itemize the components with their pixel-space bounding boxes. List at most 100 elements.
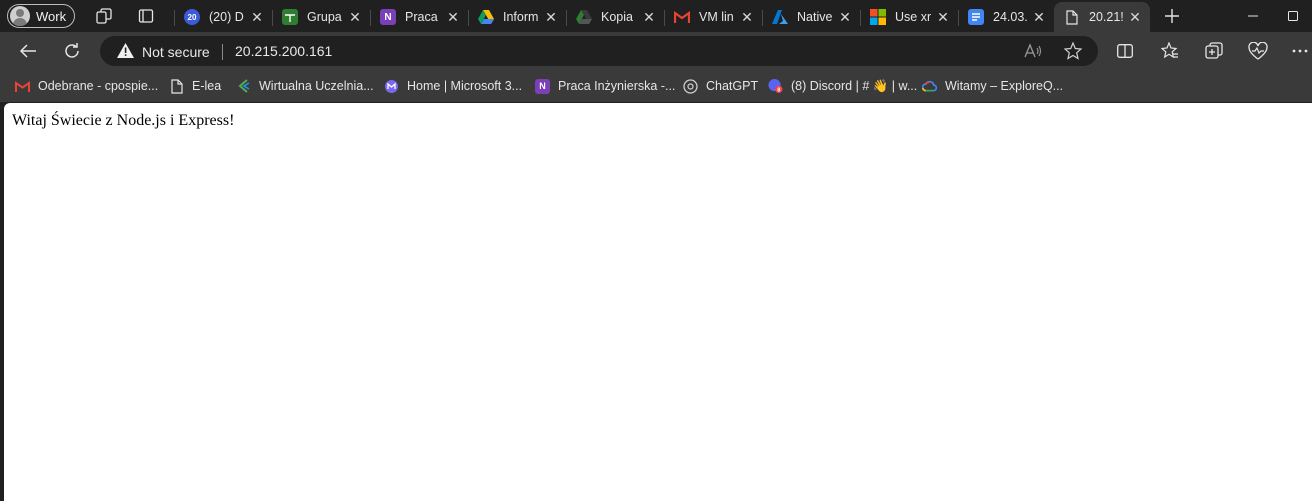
tab-separator (468, 10, 469, 26)
tab-title: Kopia (601, 10, 633, 24)
tab-separator (860, 10, 861, 26)
tab-4[interactable]: Inform ✕ (468, 2, 566, 32)
favorite-star-icon[interactable] (1062, 41, 1084, 61)
sheets-grid-icon (282, 9, 298, 25)
tab-separator (664, 10, 665, 26)
wirtualna-uczelnia-icon (236, 79, 251, 94)
page-icon (169, 78, 184, 94)
tab-title: Use xr (895, 10, 932, 24)
close-icon[interactable]: ✕ (936, 9, 950, 26)
tab-7[interactable]: Native ✕ (762, 2, 860, 32)
tab-separator (566, 10, 567, 26)
tab-title: 20.21! (1089, 10, 1124, 24)
profile-button[interactable]: Work (7, 4, 75, 28)
tab-8[interactable]: Use xr ✕ (860, 2, 958, 32)
bookmark-wirtualna-uczelnia[interactable]: Wirtualna Uczelnia... (236, 77, 374, 95)
bookmark-e-lea[interactable]: E-lea (169, 77, 221, 95)
tab-3[interactable]: N Praca ✕ (370, 2, 468, 32)
tab-title: Grupa (307, 10, 342, 24)
tab-separator (370, 10, 371, 26)
close-icon[interactable]: ✕ (348, 9, 362, 26)
svg-text:8: 8 (777, 88, 780, 94)
google-drive-dark-icon (576, 9, 592, 25)
address-separator (222, 44, 223, 60)
onenote-icon: N (380, 9, 396, 25)
tab-5[interactable]: Kopia ✕ (566, 2, 664, 32)
gmail-icon (674, 9, 690, 25)
azure-icon (772, 9, 788, 25)
favorites-icon[interactable] (1156, 38, 1184, 64)
bookmark-label: E-lea (192, 79, 222, 93)
gmail-icon (15, 79, 30, 94)
tab-2[interactable]: Grupa ✕ (272, 2, 370, 32)
bookmark-gmail[interactable]: Odebrane - cpospie... (15, 77, 158, 95)
bookmark-label: Odebrane - cpospie... (38, 79, 159, 93)
split-screen-icon[interactable] (1111, 38, 1139, 64)
close-icon[interactable]: ✕ (838, 9, 852, 26)
maximize-icon[interactable] (1274, 0, 1312, 32)
toolbar: Not secure 20.215.200.161 (0, 32, 1312, 70)
tab-separator (174, 10, 175, 26)
tab-6[interactable]: VM lin ✕ (664, 2, 762, 32)
tab-title: Native (797, 10, 833, 24)
google-docs-icon (968, 9, 984, 25)
tab-title: (20) D (209, 10, 244, 24)
onenote-icon: N (535, 78, 550, 94)
blank-page-icon (1064, 9, 1080, 25)
close-icon[interactable]: ✕ (250, 9, 264, 26)
google-cloud-icon (922, 79, 937, 94)
bookmark-microsoft-365[interactable]: Home | Microsoft 3... (384, 77, 522, 95)
address-bar[interactable]: Not secure 20.215.200.161 (100, 36, 1098, 66)
minimize-icon[interactable] (1230, 0, 1276, 32)
tab-10-active[interactable]: 20.21! ✕ (1054, 2, 1150, 32)
close-icon[interactable]: ✕ (642, 9, 656, 26)
tab-title: VM lin (699, 10, 734, 24)
bookmark-label: Home | Microsoft 3... (407, 79, 523, 93)
tab-title: 24.03. (993, 10, 1028, 24)
new-tab-icon[interactable] (1163, 7, 1181, 25)
security-label: Not secure (142, 44, 210, 60)
more-options-icon[interactable] (1288, 38, 1312, 64)
tab-1[interactable]: 20 (20) D ✕ (174, 2, 272, 32)
read-aloud-icon[interactable] (1022, 41, 1044, 61)
tab-title: Inform (503, 10, 539, 24)
bookmark-praca-inzynierska[interactable]: N Praca Inżynierska -... (535, 77, 675, 95)
bookmarks-bar: Odebrane - cpospie... E-lea Wirtualna Uc… (0, 70, 1312, 102)
bookmark-discord[interactable]: 8 (8) Discord | # 👋 | w... (768, 77, 917, 95)
close-icon[interactable]: ✕ (544, 9, 558, 26)
tab-separator (958, 10, 959, 26)
bookmark-label: Wirtualna Uczelnia... (259, 79, 374, 93)
browser-essentials-icon[interactable] (1244, 38, 1272, 64)
tab-actions-icon[interactable] (137, 7, 155, 25)
refresh-icon[interactable] (58, 38, 86, 64)
lesson-planner-icon: 20 (184, 9, 200, 25)
discord-icon: 8 (768, 78, 783, 94)
bookmark-explore-q[interactable]: Witamy – ExploreQ... (922, 77, 1063, 95)
bookmark-label: (8) Discord | # 👋 | w... (791, 78, 918, 93)
tab-title: Praca (405, 10, 438, 24)
tab-separator (272, 10, 273, 26)
tab-separator (762, 10, 763, 26)
bookmark-label: Witamy – ExploreQ... (945, 79, 1064, 93)
security-indicator[interactable]: Not secure (117, 43, 210, 61)
warning-icon (117, 43, 134, 61)
page-body-text: Witaj Świecie z Node.js i Express! (12, 112, 235, 129)
tab-9[interactable]: 24.03. ✕ (958, 2, 1054, 32)
page-viewport: Witaj Świecie z Node.js i Express! (4, 103, 1312, 501)
close-icon[interactable]: ✕ (446, 9, 460, 26)
avatar (10, 6, 30, 26)
close-icon[interactable]: ✕ (1032, 9, 1046, 26)
collections-icon[interactable] (1200, 38, 1228, 64)
bookmark-label: ChatGPT (706, 79, 759, 93)
close-icon[interactable]: ✕ (740, 9, 754, 26)
google-drive-icon (478, 9, 494, 25)
microsoft-365-icon (384, 79, 399, 94)
profile-label: Work (36, 8, 67, 24)
microsoft-logo-icon (870, 9, 886, 25)
close-icon[interactable]: ✕ (1128, 9, 1142, 26)
url-text[interactable]: 20.215.200.161 (235, 43, 332, 59)
tab-strip: Work 20 (20) D ✕ Grupa ✕ N Praca ✕ Infor… (0, 0, 1312, 32)
workspaces-icon[interactable] (95, 7, 113, 25)
back-icon[interactable] (14, 38, 42, 64)
bookmark-chatgpt[interactable]: ChatGPT (683, 77, 758, 95)
